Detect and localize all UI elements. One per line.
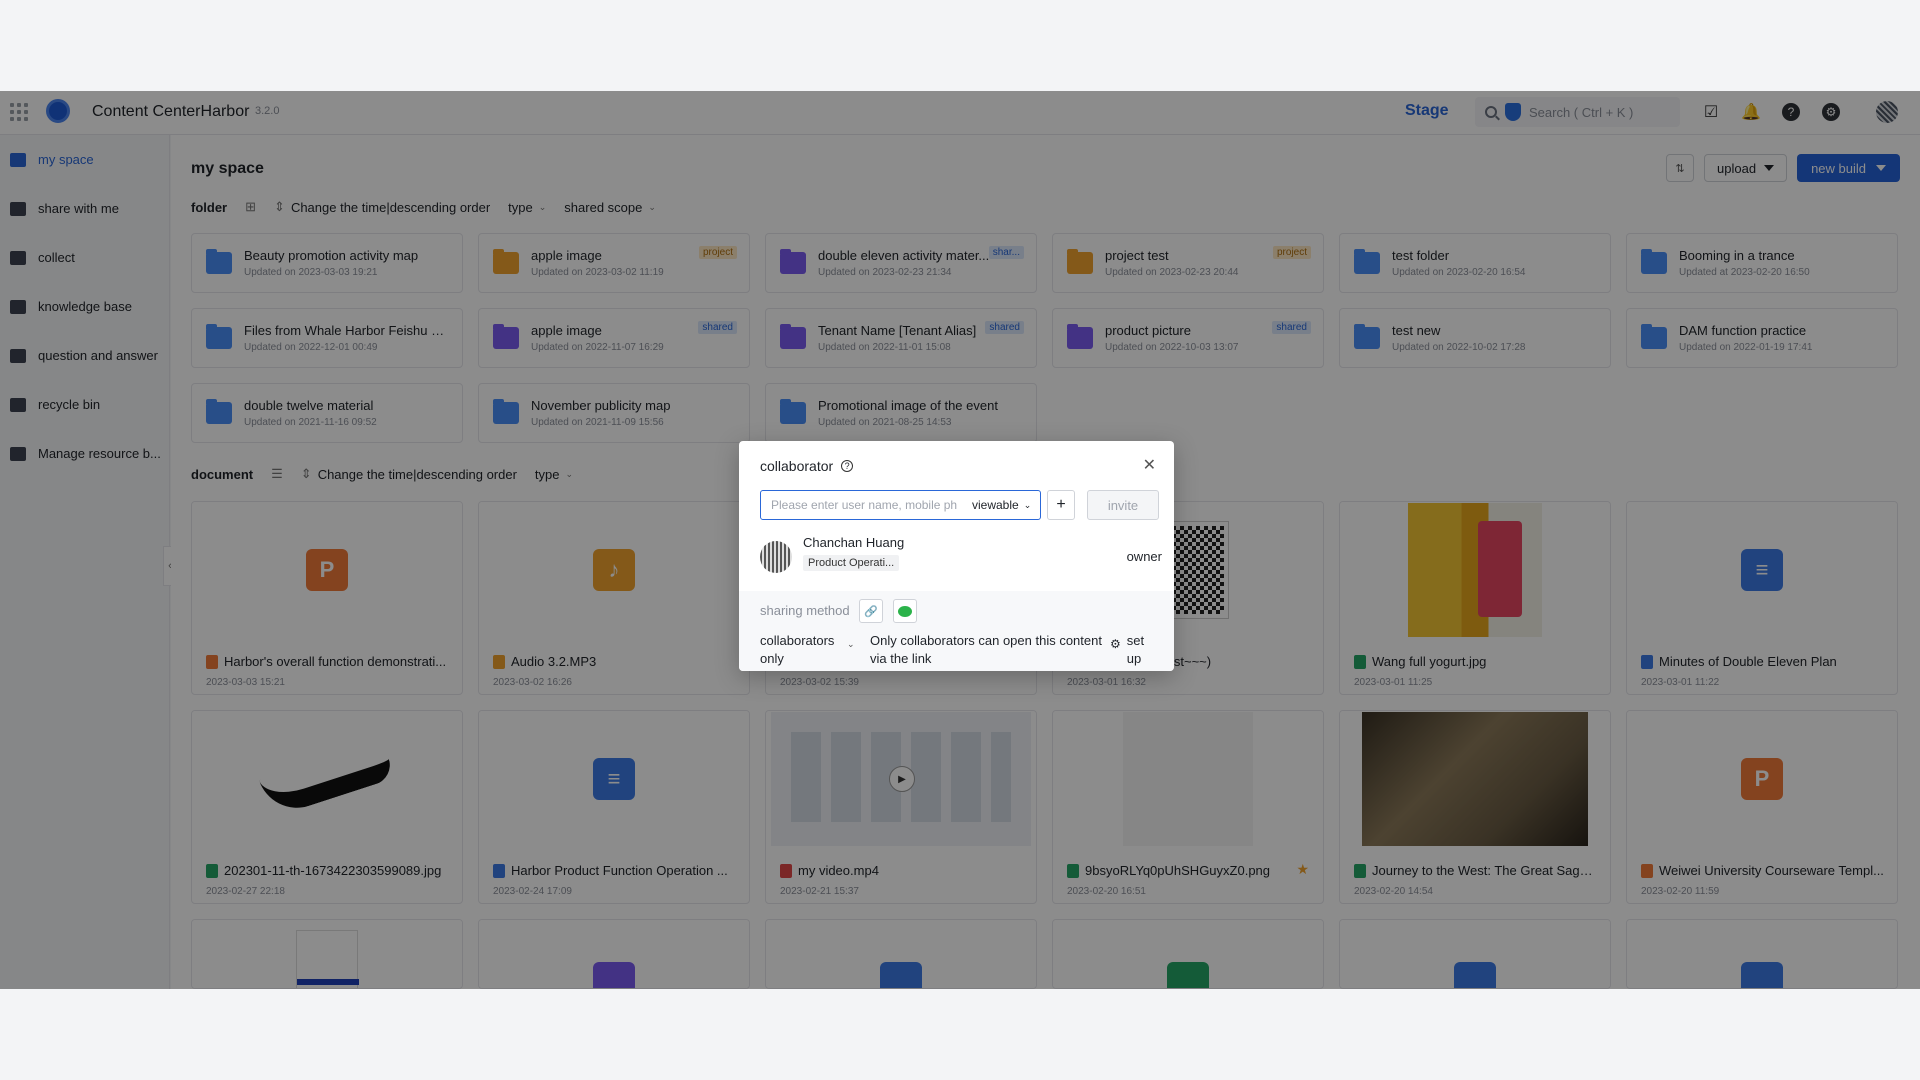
share-scope-description: Only collaborators can open this content… — [870, 633, 1102, 666]
modal-title-text: collaborator — [760, 458, 834, 474]
close-icon[interactable]: ✕ — [1143, 455, 1156, 475]
avatar — [760, 541, 792, 573]
gear-icon: ⚙ — [1110, 637, 1121, 651]
member-name: Chanchan Huang — [803, 535, 905, 550]
modal-title: collaborator? — [760, 458, 854, 474]
permission-label: viewable — [972, 498, 1019, 512]
collaborator-search-input[interactable]: Please enter user name, mobile ph viewab… — [760, 490, 1041, 520]
chevron-down-icon: ⌄ — [1023, 499, 1032, 510]
collaborator-modal: collaborator? ✕ Please enter user name, … — [739, 441, 1174, 671]
share-scope-select[interactable]: collaborators only — [760, 632, 856, 668]
chevron-down-icon[interactable]: ⌄ — [847, 639, 855, 650]
invite-button[interactable]: invite — [1087, 490, 1159, 520]
sharing-method-label: sharing method — [760, 603, 850, 618]
member-dept-badge: Product Operati... — [803, 555, 900, 571]
member-role: owner — [1126, 549, 1162, 564]
app-window: Content CenterHarbor 3.2.0 Stage Search … — [0, 91, 1920, 989]
setup-button[interactable]: ⚙ set up — [1110, 632, 1160, 668]
add-button[interactable]: + — [1047, 490, 1075, 520]
input-placeholder: Please enter user name, mobile ph — [771, 498, 958, 512]
sharing-section: sharing method 🔗 collaborators only ⌄ On… — [739, 591, 1174, 671]
wechat-icon[interactable] — [893, 599, 917, 623]
invite-row: Please enter user name, mobile ph viewab… — [760, 490, 1159, 520]
help-circle-icon[interactable]: ? — [841, 460, 854, 472]
permission-select[interactable]: viewable ⌄ — [972, 498, 1031, 512]
setup-label: set up — [1126, 633, 1145, 666]
member-row: Chanchan Huang Product Operati... owner — [760, 535, 1162, 575]
copy-link-icon[interactable]: 🔗 — [859, 599, 883, 623]
